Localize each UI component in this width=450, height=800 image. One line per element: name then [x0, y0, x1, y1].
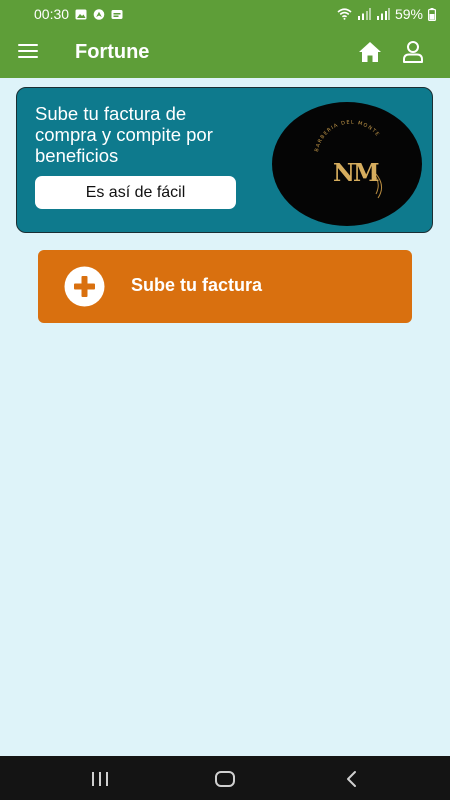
logo-initials: NM — [333, 158, 379, 187]
gallery-icon — [75, 9, 87, 19]
upload-invoice-button[interactable]: Sube tu factura — [38, 250, 412, 323]
status-time: 00:30 — [34, 6, 70, 22]
plus-circle-icon — [64, 266, 105, 307]
back-icon[interactable] — [343, 769, 359, 789]
system-nav-bar — [0, 756, 450, 800]
battery-percent: 59% — [394, 6, 423, 22]
signal-icon — [357, 8, 371, 20]
wifi-icon — [337, 8, 352, 20]
navigation-icon — [93, 8, 105, 20]
promo-card: Sube tu factura de compra y compite por … — [16, 87, 433, 233]
notification-icon — [111, 9, 123, 19]
battery-icon — [428, 7, 436, 21]
app-title: Fortune — [75, 41, 150, 63]
brand-logo: BARBERIA DEL MONTE NM — [272, 102, 422, 226]
menu-icon[interactable] — [18, 44, 38, 60]
logo-arc-text: BARBERIA DEL MONTE — [314, 120, 380, 153]
upload-invoice-label: Sube tu factura — [131, 275, 263, 295]
how-it-works-button[interactable]: Es así de fácil — [35, 176, 236, 209]
recents-icon[interactable] — [90, 771, 110, 787]
svg-text:BARBERIA DEL MONTE: BARBERIA DEL MONTE — [314, 120, 381, 153]
user-icon[interactable] — [402, 40, 424, 64]
status-bar: 00:30 59% — [0, 0, 450, 28]
home-circle-icon[interactable] — [214, 770, 236, 788]
signal-icon — [376, 8, 390, 20]
promo-text: Sube tu factura de compra y compite por … — [35, 103, 213, 166]
home-icon[interactable] — [357, 40, 383, 64]
app-bar: Fortune — [0, 28, 450, 78]
